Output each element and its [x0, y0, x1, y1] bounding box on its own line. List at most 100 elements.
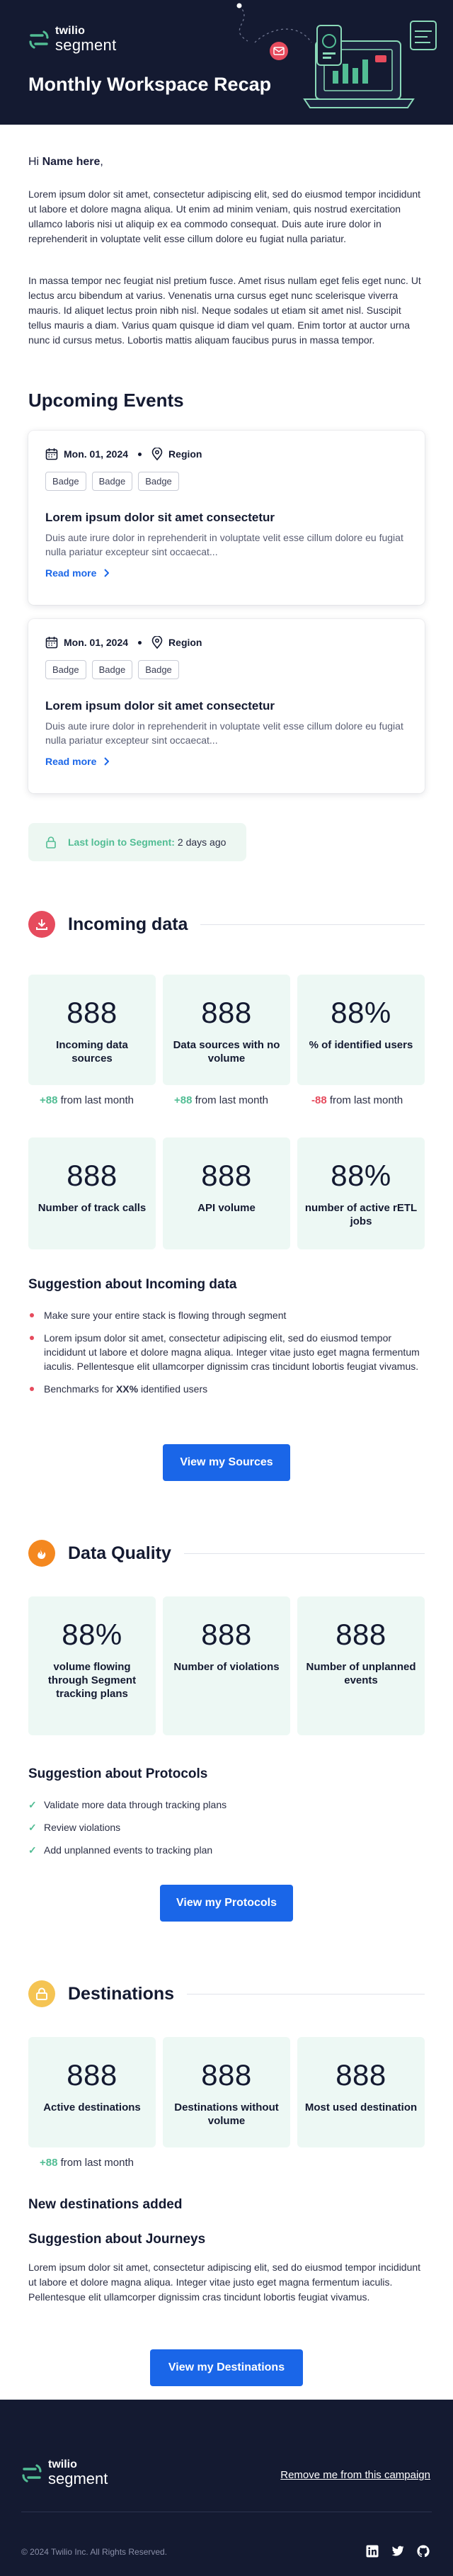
stat-label: Active destinations [43, 2101, 141, 2113]
destinations-section-header: Destinations [28, 1980, 425, 2007]
delta-text: +88 from last month [40, 1094, 134, 1106]
section-divider [200, 924, 425, 925]
segment-logo-icon [22, 2463, 42, 2483]
delta-text: +88 from last month [40, 2157, 134, 2169]
separator-dot [138, 640, 142, 645]
greeting-prefix: Hi [28, 156, 42, 168]
journeys-suggestion-title: Suggestion about Journeys [28, 2232, 206, 2247]
social-links [365, 2544, 430, 2558]
section-divider [183, 1553, 425, 1554]
laptop-illustration-icon [236, 3, 437, 108]
lock-icon [46, 836, 56, 849]
stat-value: 888 [201, 996, 252, 1029]
journeys-paragraph: Lorem ipsum dolor sit amet, consectetur … [28, 2262, 421, 2303]
stat-tile: 888 Number of track calls [28, 1137, 156, 1249]
benchmark-highlight: XX% [115, 1383, 139, 1395]
event-badge: Badge [138, 472, 179, 491]
stat-value: 888 [67, 996, 117, 1029]
stat-value: 888 [336, 2058, 386, 2092]
delta-value: +88 [174, 1094, 193, 1106]
delta-suffix: from last month [192, 1094, 268, 1106]
delta-text: +88 from last month [174, 1094, 268, 1106]
list-item: Lorem ipsum dolor sit amet, consectetur … [28, 1331, 425, 1373]
quality-section-header: Data Quality [28, 1540, 425, 1567]
destinations-icon [28, 1980, 55, 2007]
stat-value: 888 [67, 1159, 117, 1192]
stat-tile: 88% volume flowing through Segment track… [28, 1596, 156, 1735]
stat-value: 88% [331, 1159, 391, 1192]
chevron-right-icon [104, 757, 110, 766]
incoming-data-icon [28, 911, 55, 938]
footer-brand-logo: twilio segment [21, 2459, 108, 2487]
event-card: Mon. 01, 2024 Region Badge Badge Badge L… [28, 619, 425, 793]
copyright-text: © 2024 Twilio Inc. All Rights Reserved. [21, 2547, 168, 2557]
events-heading: Upcoming Events [28, 390, 184, 411]
event-badge: Badge [91, 472, 133, 491]
stat-value: 888 [67, 2058, 117, 2092]
stat-tile: 888 Number of unplanned events [297, 1596, 425, 1735]
delta-suffix: from last month [57, 1094, 134, 1106]
linkedin-icon[interactable] [365, 2544, 379, 2558]
list-item: Add unplanned events to tracking plan [28, 1843, 425, 1857]
event-date: Mon. 01, 2024 [64, 448, 129, 460]
section-divider [187, 1993, 425, 1995]
view-sources-button[interactable]: View my Sources [163, 1444, 290, 1481]
stat-value: 888 [201, 1159, 252, 1192]
separator-dot [138, 452, 142, 456]
stat-value: 88% [62, 1618, 122, 1651]
event-description: Duis aute irure dolor in reprehenderit i… [45, 532, 403, 557]
stat-value: 888 [201, 2058, 252, 2092]
last-login-value: 2 days ago [177, 836, 226, 848]
read-more-link[interactable]: Read more [45, 756, 110, 767]
footer-brand-line1: twilio [48, 2458, 77, 2470]
delta-suffix: from last month [57, 2157, 134, 2169]
stat-label: Number of unplanned events [306, 1661, 416, 1686]
stat-label: Number of track calls [38, 1202, 147, 1214]
delta-value: +88 [40, 1094, 58, 1106]
list-item: Benchmarks for XX% identified users [28, 1382, 425, 1396]
view-destinations-button[interactable]: View my Destinations [150, 2349, 303, 2386]
stat-tile: 888 Incoming data sources [28, 975, 156, 1085]
quality-suggestion-title: Suggestion about Protocols [28, 1766, 208, 1781]
stat-value: 888 [336, 1618, 386, 1651]
read-more-label: Read more [45, 567, 97, 579]
stat-label: Most used destination [304, 2101, 418, 2113]
event-badge: Badge [45, 472, 86, 491]
footer: twilio segment Remove me from this campa… [0, 2400, 453, 2576]
read-more-link[interactable]: Read more [45, 567, 110, 579]
event-date: Mon. 01, 2024 [64, 637, 129, 648]
delta-value: -88 [311, 1094, 327, 1106]
calendar-icon [45, 637, 58, 649]
read-more-label: Read more [45, 756, 97, 767]
stat-tile: 88% number of active rETL jobs [297, 1137, 425, 1249]
intro-paragraph-2: In massa tempor nec feugiat nisl pretium… [28, 275, 421, 346]
chevron-right-icon [104, 569, 110, 577]
new-destinations-title: New destinations added [28, 2197, 183, 2212]
stat-label: API volume [197, 1202, 256, 1214]
recipient-name: Name here [42, 156, 101, 168]
stat-value: 88% [331, 996, 391, 1029]
delta-text: -88 from last month [311, 1094, 403, 1106]
view-protocols-button[interactable]: View my Protocols [160, 1885, 293, 1922]
stat-tile: 88% % of identified users [297, 975, 425, 1085]
event-title: Lorem ipsum dolor sit amet consectetur [45, 699, 275, 713]
brand-line1: twilio [55, 25, 86, 37]
greeting-suffix: , [100, 156, 103, 168]
unsubscribe-link[interactable]: Remove me from this campaign [280, 2469, 430, 2481]
intro-paragraph-1: Lorem ipsum dolor sit amet, consectetur … [28, 188, 421, 244]
twitter-icon[interactable] [391, 2544, 405, 2558]
stat-label: Incoming data sources [56, 1039, 128, 1065]
incoming-title: Incoming data [68, 914, 188, 934]
last-login-label: Last login to Segment: [68, 836, 175, 848]
email-page: twilio segment Monthly Workspace Recap H… [0, 0, 453, 2576]
stat-tile: 888 API volume [163, 1137, 290, 1249]
github-icon[interactable] [416, 2544, 430, 2558]
list-item: Make sure your entire stack is flowing t… [28, 1308, 425, 1322]
header-banner: twilio segment Monthly Workspace Recap [0, 0, 453, 125]
list-item: Validate more data through tracking plan… [28, 1798, 425, 1812]
destinations-title: Destinations [68, 1983, 175, 2004]
stat-label: Destinations without volume [174, 2101, 279, 2127]
event-region: Region [168, 448, 202, 460]
data-quality-icon [28, 1540, 55, 1567]
segment-logo-icon [29, 30, 49, 49]
